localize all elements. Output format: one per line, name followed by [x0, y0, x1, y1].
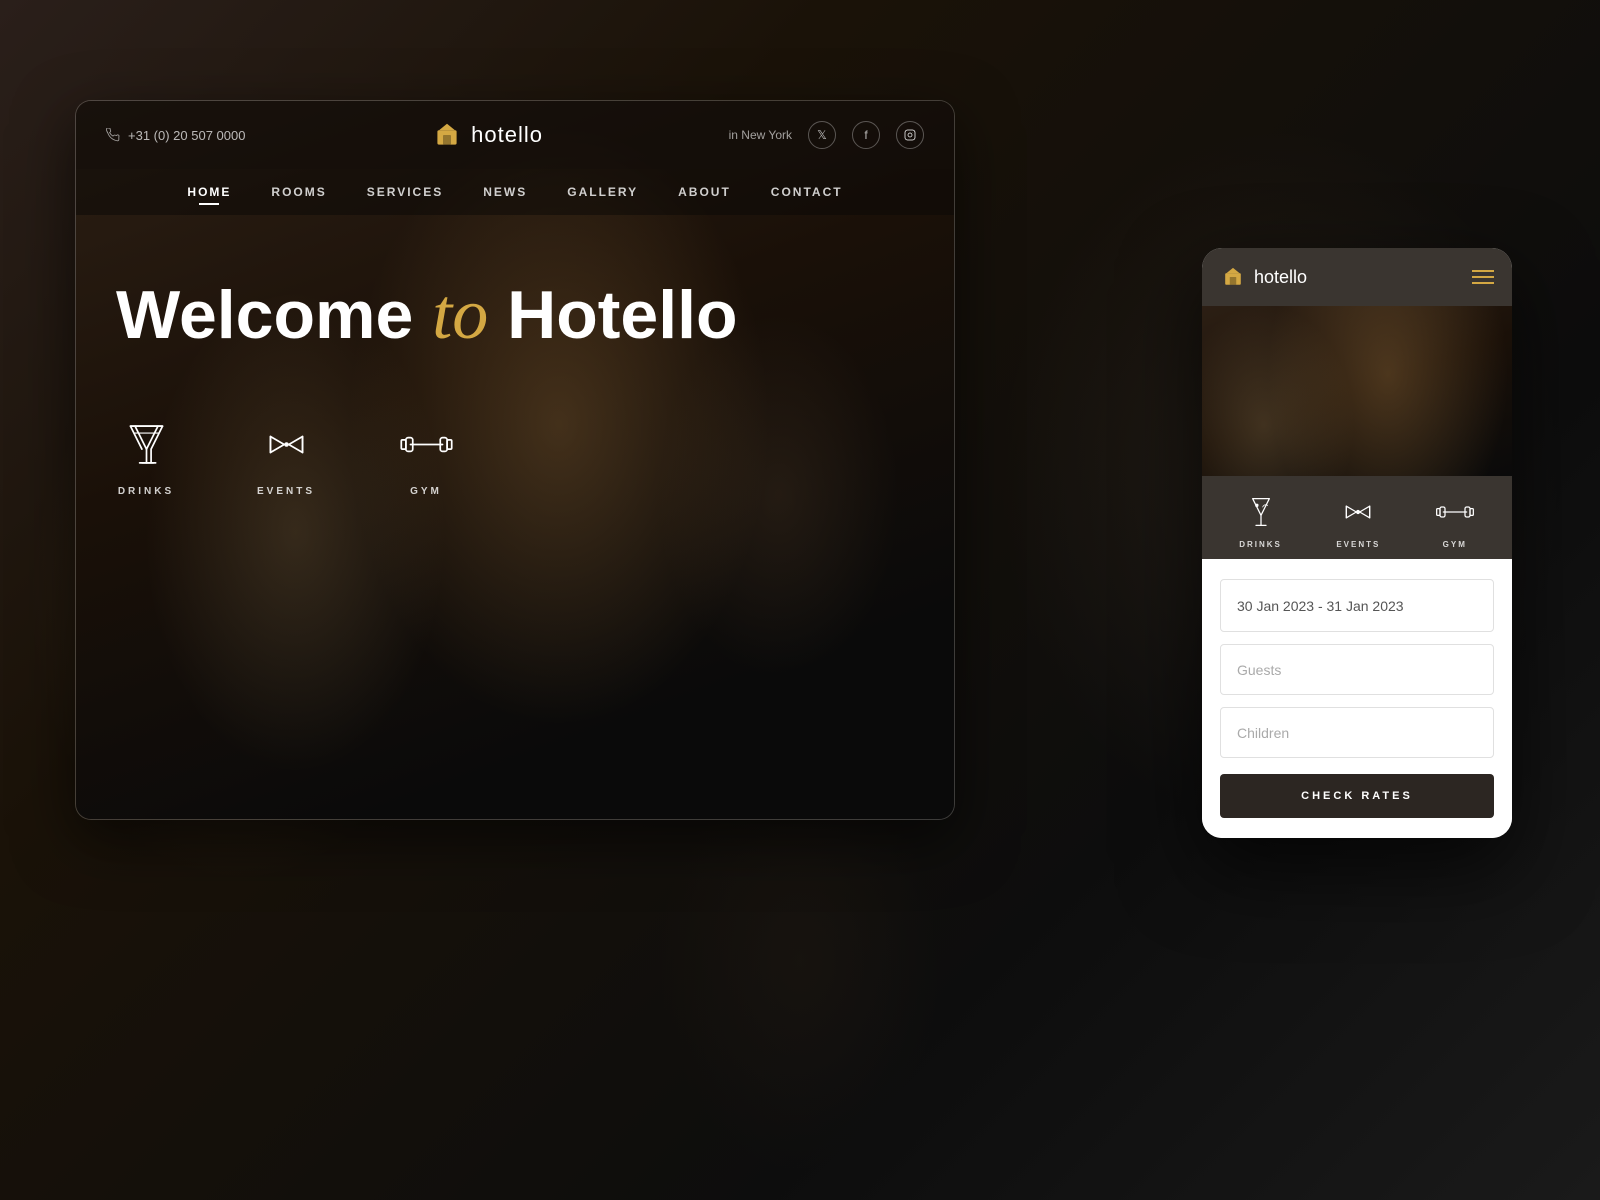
nav-rooms[interactable]: ROOMS — [271, 185, 326, 199]
desktop-nav: HOME ROOMS SERVICES NEWS GALLERY ABOUT C… — [76, 169, 954, 215]
instagram-icon[interactable] — [896, 121, 924, 149]
mobile-hero-image — [1202, 306, 1512, 476]
nav-about[interactable]: ABOUT — [678, 185, 731, 199]
desktop-logo-text: hotello — [471, 122, 543, 148]
mobile-gym-item: GYM — [1435, 492, 1475, 549]
nav-services[interactable]: SERVICES — [367, 185, 443, 199]
nav-news[interactable]: NEWS — [483, 185, 527, 199]
date-range-field[interactable]: 30 Jan 2023 - 31 Jan 2023 — [1220, 579, 1494, 632]
mobile-gym-icon — [1435, 492, 1475, 532]
children-chevron-icon — [1461, 722, 1477, 743]
header-phone: +31 (0) 20 507 0000 — [106, 128, 245, 143]
gym-icon — [396, 414, 456, 474]
guests-field[interactable]: Guests — [1220, 644, 1494, 695]
desktop-browser-window: +31 (0) 20 507 0000 hotello in New York … — [75, 100, 955, 820]
drinks-icon-item: DRINKS — [116, 414, 176, 497]
hero-content: Welcome to Hotello — [76, 215, 954, 537]
nav-home[interactable]: HOME — [187, 185, 231, 199]
mobile-icons-row: DRINKS EVENTS GYM — [1202, 476, 1512, 559]
guests-text: Guests — [1237, 662, 1281, 678]
mobile-mockup: hotello DRINKS — [1202, 248, 1512, 838]
calendar-icon — [1459, 594, 1477, 617]
mobile-gym-label: GYM — [1443, 540, 1467, 549]
hero-title: Welcome to Hotello — [116, 275, 914, 354]
nav-contact[interactable]: CONTACT — [771, 185, 843, 199]
twitter-icon[interactable]: 𝕏 — [808, 121, 836, 149]
guests-chevron-icon — [1461, 659, 1477, 680]
hero-title-part1: Welcome — [116, 277, 432, 353]
logo-icon — [431, 119, 463, 151]
children-text: Children — [1237, 725, 1289, 741]
gym-icon-item: GYM — [396, 414, 456, 497]
mobile-logo-text: hotello — [1254, 267, 1307, 288]
mobile-header: hotello — [1202, 248, 1512, 306]
booking-form: 30 Jan 2023 - 31 Jan 2023 Guests Chil — [1202, 559, 1512, 838]
facebook-icon[interactable]: f — [852, 121, 880, 149]
events-icon-item: EVENTS — [256, 414, 316, 497]
header-right: in New York 𝕏 f — [729, 121, 924, 149]
mobile-drinks-item: DRINKS — [1239, 492, 1282, 549]
desktop-header: +31 (0) 20 507 0000 hotello in New York … — [76, 101, 954, 169]
drinks-icon — [116, 414, 176, 474]
date-range-text: 30 Jan 2023 - 31 Jan 2023 — [1237, 598, 1404, 614]
mobile-drinks-label: DRINKS — [1239, 540, 1282, 549]
phone-number: +31 (0) 20 507 0000 — [128, 128, 245, 143]
header-location: in New York — [729, 128, 792, 142]
events-icon — [256, 414, 316, 474]
check-rates-button[interactable]: CHECK RATES — [1220, 774, 1494, 818]
gym-label: GYM — [410, 486, 442, 497]
mobile-logo: hotello — [1220, 264, 1307, 290]
mobile-logo-icon — [1220, 264, 1246, 290]
events-label: EVENTS — [257, 486, 315, 497]
mobile-drinks-icon — [1241, 492, 1281, 532]
mobile-events-item: EVENTS — [1336, 492, 1380, 549]
hamburger-menu-icon[interactable] — [1472, 270, 1494, 284]
nav-gallery[interactable]: GALLERY — [567, 185, 638, 199]
desktop-icons-row: DRINKS EVENTS — [116, 414, 914, 497]
mobile-events-icon — [1338, 492, 1378, 532]
mobile-events-label: EVENTS — [1336, 540, 1380, 549]
hero-section: +31 (0) 20 507 0000 hotello in New York … — [76, 101, 954, 819]
hero-title-italic: to — [432, 274, 488, 354]
drinks-label: DRINKS — [118, 486, 174, 497]
desktop-logo: hotello — [431, 119, 543, 151]
phone-icon — [106, 128, 120, 142]
mobile-hero-overlay — [1202, 306, 1512, 476]
hero-title-part2: Hotello — [488, 277, 737, 353]
children-field[interactable]: Children — [1220, 707, 1494, 758]
